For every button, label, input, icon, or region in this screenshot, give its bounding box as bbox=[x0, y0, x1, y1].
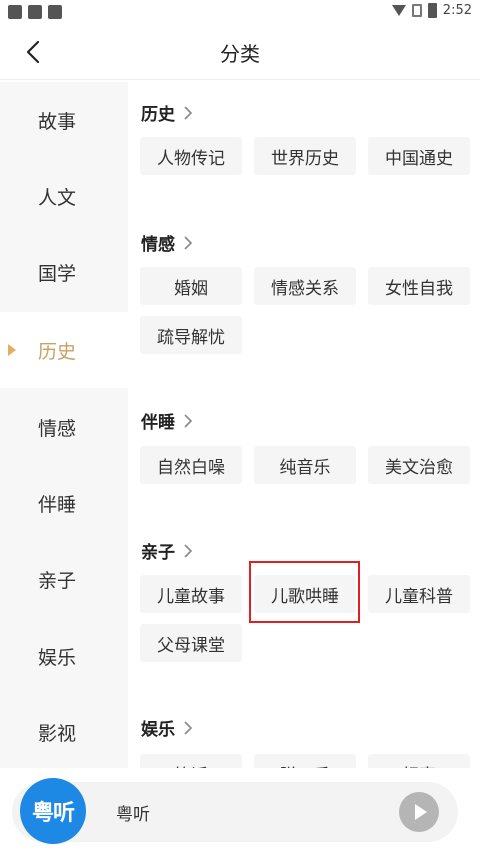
section-title-label: 亲子 bbox=[141, 543, 175, 563]
section-title-parenting[interactable]: 亲子 bbox=[141, 538, 195, 563]
sidebar-item-sleep[interactable]: 伴睡 bbox=[0, 465, 128, 541]
category-content: 历史 人物传记 世界历史 中国通史 情感 婚姻 情感关系 女性自我 疏导解忧 伴… bbox=[128, 82, 480, 768]
chevron-right-icon bbox=[184, 413, 193, 428]
no-sim-icon bbox=[411, 4, 422, 17]
section-title-entertainment[interactable]: 娱乐 bbox=[141, 715, 195, 740]
tag-button[interactable]: 世界历史 bbox=[254, 137, 356, 175]
app-logo[interactable]: 粤听 bbox=[20, 778, 86, 844]
section-title-label: 娱乐 bbox=[141, 720, 175, 740]
tag-button[interactable]: 情感关系 bbox=[254, 267, 356, 305]
header: 分类 bbox=[0, 24, 480, 80]
tag-button[interactable]: 中国通史 bbox=[368, 137, 470, 175]
sidebar-item-label: 娱乐 bbox=[38, 646, 77, 669]
status-time: 2:52 bbox=[442, 3, 472, 18]
tag-button[interactable]: 人物传记 bbox=[140, 137, 242, 175]
section-title-history[interactable]: 历史 bbox=[141, 100, 195, 125]
battery-icon bbox=[427, 3, 437, 18]
sidebar-item-label: 人文 bbox=[38, 186, 77, 209]
sidebar-item-emotion[interactable]: 情感 bbox=[0, 389, 128, 465]
status-bar: 2:52 bbox=[0, 0, 480, 24]
player-title: 粤听 bbox=[116, 805, 150, 825]
sidebar-item-humanities[interactable]: 人文 bbox=[0, 158, 128, 234]
sidebar-item-parenting[interactable]: 亲子 bbox=[0, 541, 128, 617]
sidebar-item-history[interactable]: 历史 bbox=[0, 312, 128, 388]
selection-highlight bbox=[249, 561, 360, 623]
chevron-right-icon bbox=[184, 235, 193, 250]
sidebar-item-entertainment[interactable]: 娱乐 bbox=[0, 618, 128, 694]
system-icons: 2:52 bbox=[391, 3, 472, 18]
tag-button[interactable]: 父母课堂 bbox=[140, 624, 242, 662]
section-title-label: 情感 bbox=[141, 235, 175, 255]
chevron-right-icon bbox=[184, 720, 193, 735]
page-title: 分类 bbox=[220, 42, 260, 66]
notification-icons bbox=[8, 5, 62, 19]
wifi-icon bbox=[391, 5, 406, 16]
app-logo-text: 粤听 bbox=[31, 801, 75, 826]
tag-button[interactable]: 女性自我 bbox=[368, 267, 470, 305]
section-title-label: 历史 bbox=[141, 105, 175, 125]
tag-button[interactable]: 自然白噪 bbox=[140, 446, 242, 484]
sidebar-item-film[interactable]: 影视 bbox=[0, 694, 128, 768]
category-sidebar: 故事 人文 国学 历史 情感 伴睡 亲子 娱乐 影视 bbox=[0, 82, 128, 768]
section-title-sleep[interactable]: 伴睡 bbox=[141, 408, 195, 433]
tag-button[interactable]: 婚姻 bbox=[140, 267, 242, 305]
tag-button[interactable]: 纯音乐 bbox=[254, 446, 356, 484]
play-icon bbox=[415, 804, 427, 820]
notification-icon bbox=[48, 5, 62, 19]
section-title-label: 伴睡 bbox=[141, 413, 175, 433]
play-button[interactable] bbox=[399, 792, 439, 832]
sidebar-item-label: 情感 bbox=[38, 417, 77, 440]
section-title-emotion[interactable]: 情感 bbox=[141, 230, 195, 255]
sidebar-item-label: 亲子 bbox=[38, 569, 77, 592]
sidebar-item-label: 影视 bbox=[38, 722, 77, 745]
sidebar-item-label: 故事 bbox=[38, 110, 77, 133]
sidebar-item-label: 历史 bbox=[38, 340, 77, 363]
tag-button[interactable]: 笑话 bbox=[140, 754, 242, 768]
sidebar-item-label: 伴睡 bbox=[38, 493, 77, 516]
sidebar-item-story[interactable]: 故事 bbox=[0, 82, 128, 158]
tag-button[interactable]: 儿童故事 bbox=[140, 575, 242, 613]
tag-button[interactable]: 儿童科普 bbox=[368, 575, 470, 613]
active-indicator-icon bbox=[8, 344, 16, 356]
tag-button[interactable]: 脱口秀 bbox=[254, 754, 356, 768]
notification-icon bbox=[28, 5, 42, 19]
tag-button[interactable]: 美文治愈 bbox=[368, 446, 470, 484]
sidebar-item-label: 国学 bbox=[38, 262, 77, 285]
chevron-right-icon bbox=[184, 105, 193, 120]
sidebar-item-sinology[interactable]: 国学 bbox=[0, 234, 128, 310]
tag-button[interactable]: 疏导解忧 bbox=[140, 316, 242, 354]
mini-player: 粤听 粤听 bbox=[0, 768, 480, 855]
tag-button[interactable]: 相声 bbox=[368, 754, 470, 768]
notification-icon bbox=[8, 5, 22, 19]
chevron-right-icon bbox=[184, 543, 193, 558]
